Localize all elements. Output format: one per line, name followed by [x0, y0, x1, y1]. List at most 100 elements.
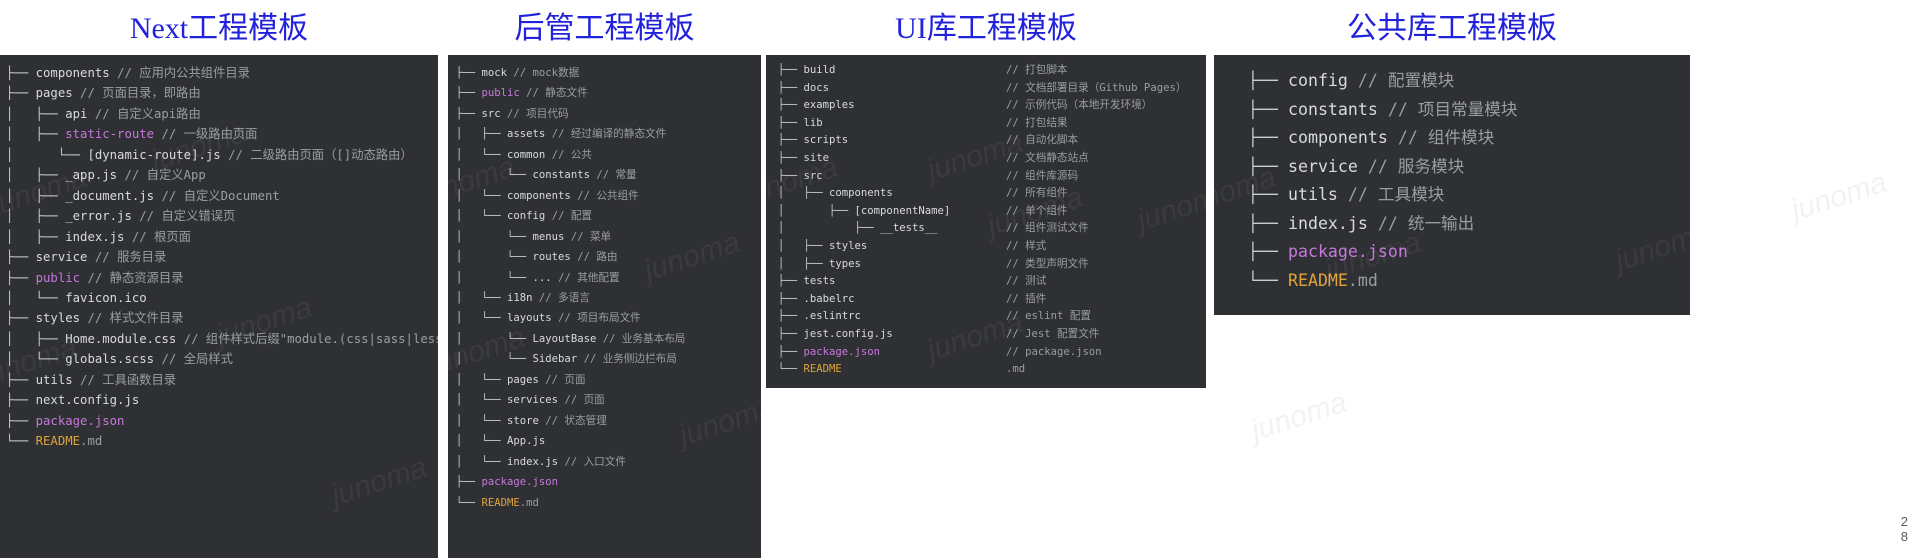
tree-node-comment: // 菜单: [564, 230, 612, 243]
tree-branch-glyph: │ └──: [456, 230, 533, 243]
tree-branch-glyph: ├──: [456, 476, 482, 489]
tree-node-comment: // 配置模块: [1347, 71, 1455, 90]
tree-branch-glyph: │ ├──: [778, 239, 830, 252]
tree-node-name: lib: [803, 116, 823, 129]
tree-row: ├── index.js // 统一输出: [1248, 210, 1690, 239]
tree-node-name: public: [35, 270, 81, 285]
tree-node-comment: // 自定义App: [117, 168, 206, 183]
tree-branch-glyph: │ ├──: [778, 222, 881, 235]
tree-node-name: .babelrc: [803, 292, 855, 305]
tree-node-name: examples: [803, 99, 855, 112]
tree-branch-glyph: │ ├──: [456, 128, 508, 141]
tree-row: │ └── store // 状态管理: [456, 411, 761, 431]
tree-node-name: assets: [507, 128, 546, 141]
tree-node-comment: // 工具函数目录: [72, 372, 177, 387]
tree-row: │ ├── [componentName] // 单个组件: [778, 203, 1206, 221]
tree-node-comment: // 单个组件: [1006, 204, 1068, 217]
tree-row: │ └── services // 页面: [456, 390, 761, 410]
panel-title-commonlib: 公共库工程模板: [1347, 12, 1557, 45]
tree-node-name: package.json: [803, 345, 881, 358]
tree-row: │ └── globals.scss // 全局样式: [6, 349, 438, 369]
tree-node-name: pages: [35, 86, 73, 101]
tree-branch-glyph: │ └──: [456, 210, 508, 223]
tree-node-comment: // 公共组件: [570, 189, 639, 202]
tree-node-comment: // 测试: [1006, 275, 1047, 288]
tree-node-comment: // 样式: [1006, 239, 1047, 252]
tree-node-name: scripts: [803, 134, 849, 147]
tree-row: │ └── components // 公共组件: [456, 186, 761, 206]
tree-node-comment: // 项目代码: [500, 107, 569, 120]
tree-row: ├── examples // 示例代码（本地开发环境）: [778, 97, 1206, 115]
tree-branch-glyph: │ └──: [6, 290, 66, 305]
tree-row: │ └── index.js // 入口文件: [456, 452, 761, 472]
slide-root: Next工程模板 后管工程模板 UI库工程模板 公共库工程模板 ├── comp…: [0, 0, 1922, 558]
tree-node-comment: // 自动化脚本: [1006, 134, 1079, 147]
tree-node-name: Sidebar: [532, 353, 578, 366]
tree-row: │ ├── _document.js // 自定义Document: [6, 186, 438, 206]
tree-node-name: index.js: [1287, 213, 1368, 233]
tree-node-name: README: [35, 434, 81, 449]
code-panel-commonlib: ├── config // 配置模块 ├── constants // 项目常量模…: [1214, 55, 1690, 315]
tree-row: ├── package.json: [456, 472, 761, 492]
tree-node-comment: .md: [1347, 270, 1378, 290]
tree-node-name: api: [65, 106, 88, 121]
tree-row: ├── scripts // 自动化脚本: [778, 132, 1206, 150]
tree-row: │ ├── assets // 经过编译的静态文件: [456, 124, 761, 144]
tree-row: ├── public // 静态资源目录: [6, 268, 438, 288]
tree-node-name: store: [507, 414, 539, 427]
tree-node-name: _error.js: [65, 209, 132, 224]
tree-row: │ └── LayoutBase // 业务基本布局: [456, 329, 761, 349]
tree-node-comment: // 多语言: [532, 291, 590, 304]
tree-branch-glyph: ├──: [778, 64, 804, 76]
tree-branch-glyph: ├──: [6, 372, 36, 387]
tree-node-name: docs: [803, 81, 830, 94]
tree-row: │ └── [dynamic-route].js // 二级路由页面（[]动态路…: [6, 145, 438, 165]
tree-node-name: constants: [532, 169, 590, 182]
tree-node-comment: // 项目常量模块: [1377, 99, 1518, 119]
tree-node-comment: // 工具模块: [1337, 185, 1445, 204]
tree-node-comment: // 业务基本布局: [596, 332, 686, 345]
tree-node-name: components: [35, 66, 110, 80]
tree-node-comment: // eslint 配置: [1006, 310, 1091, 323]
tree-branch-glyph: │ └──: [456, 332, 533, 345]
tree-branch-glyph: ├──: [6, 250, 36, 265]
tree-branch-glyph: ├──: [1248, 242, 1288, 261]
tree-row: │ └── layouts // 项目布局文件: [456, 308, 761, 328]
tree-node-name: constants: [1287, 99, 1378, 119]
tree-node-name: components: [507, 189, 571, 202]
tree-node-name: favicon.ico: [65, 290, 147, 305]
tree-row: └── README .md: [456, 493, 761, 513]
tree-node-name: config: [1287, 71, 1348, 90]
tree-row: │ └── routes // 路由: [456, 247, 761, 267]
tree-node-comment: // mock数据: [507, 67, 580, 79]
tree-branch-glyph: ├──: [6, 66, 36, 80]
tree-node-name: globals.scss: [65, 352, 155, 367]
file-tree-commonlib: ├── config // 配置模块 ├── constants // 项目常量模…: [1214, 55, 1690, 295]
tree-row: ├── src // 项目代码: [456, 104, 761, 124]
tree-node-name: utils: [1287, 185, 1338, 204]
tree-node-name: [componentName]: [854, 204, 951, 217]
tree-row: │ ├── components // 所有组件: [778, 185, 1206, 203]
tree-node-name: service: [1287, 156, 1358, 176]
tree-branch-glyph: │ ├──: [6, 188, 66, 203]
tree-node-name: README: [803, 363, 842, 376]
tree-node-comment: // 组件样式后缀"module.(css|sass|less)": [176, 331, 438, 346]
tree-row: ├── site // 文档静态站点: [778, 150, 1206, 168]
tree-branch-glyph: │ ├──: [778, 187, 830, 200]
tree-branch-glyph: │ └──: [456, 148, 508, 161]
tree-row: ├── next.config.js: [6, 390, 438, 410]
tree-row: ├── package.json: [6, 411, 438, 431]
tree-node-name: [dynamic-route].js: [87, 147, 221, 162]
tree-row: │ ├── __tests__ // 组件测试文件: [778, 220, 1206, 238]
tree-node-name: components: [1287, 128, 1388, 147]
tree-row: ├── utils // 工具函数目录: [6, 370, 438, 390]
tree-node-name: README: [1287, 270, 1348, 290]
tree-node-comment: .md: [1006, 363, 1026, 376]
tree-branch-glyph: ├──: [6, 393, 36, 408]
tree-branch-glyph: ├──: [1248, 99, 1288, 119]
tree-branch-glyph: └──: [6, 434, 36, 449]
tree-node-name: package.json: [35, 413, 125, 428]
tree-branch-glyph: │ └──: [456, 414, 508, 427]
tree-row: │ └── i18n // 多语言: [456, 288, 761, 308]
tree-node-name: index.js: [65, 229, 125, 244]
